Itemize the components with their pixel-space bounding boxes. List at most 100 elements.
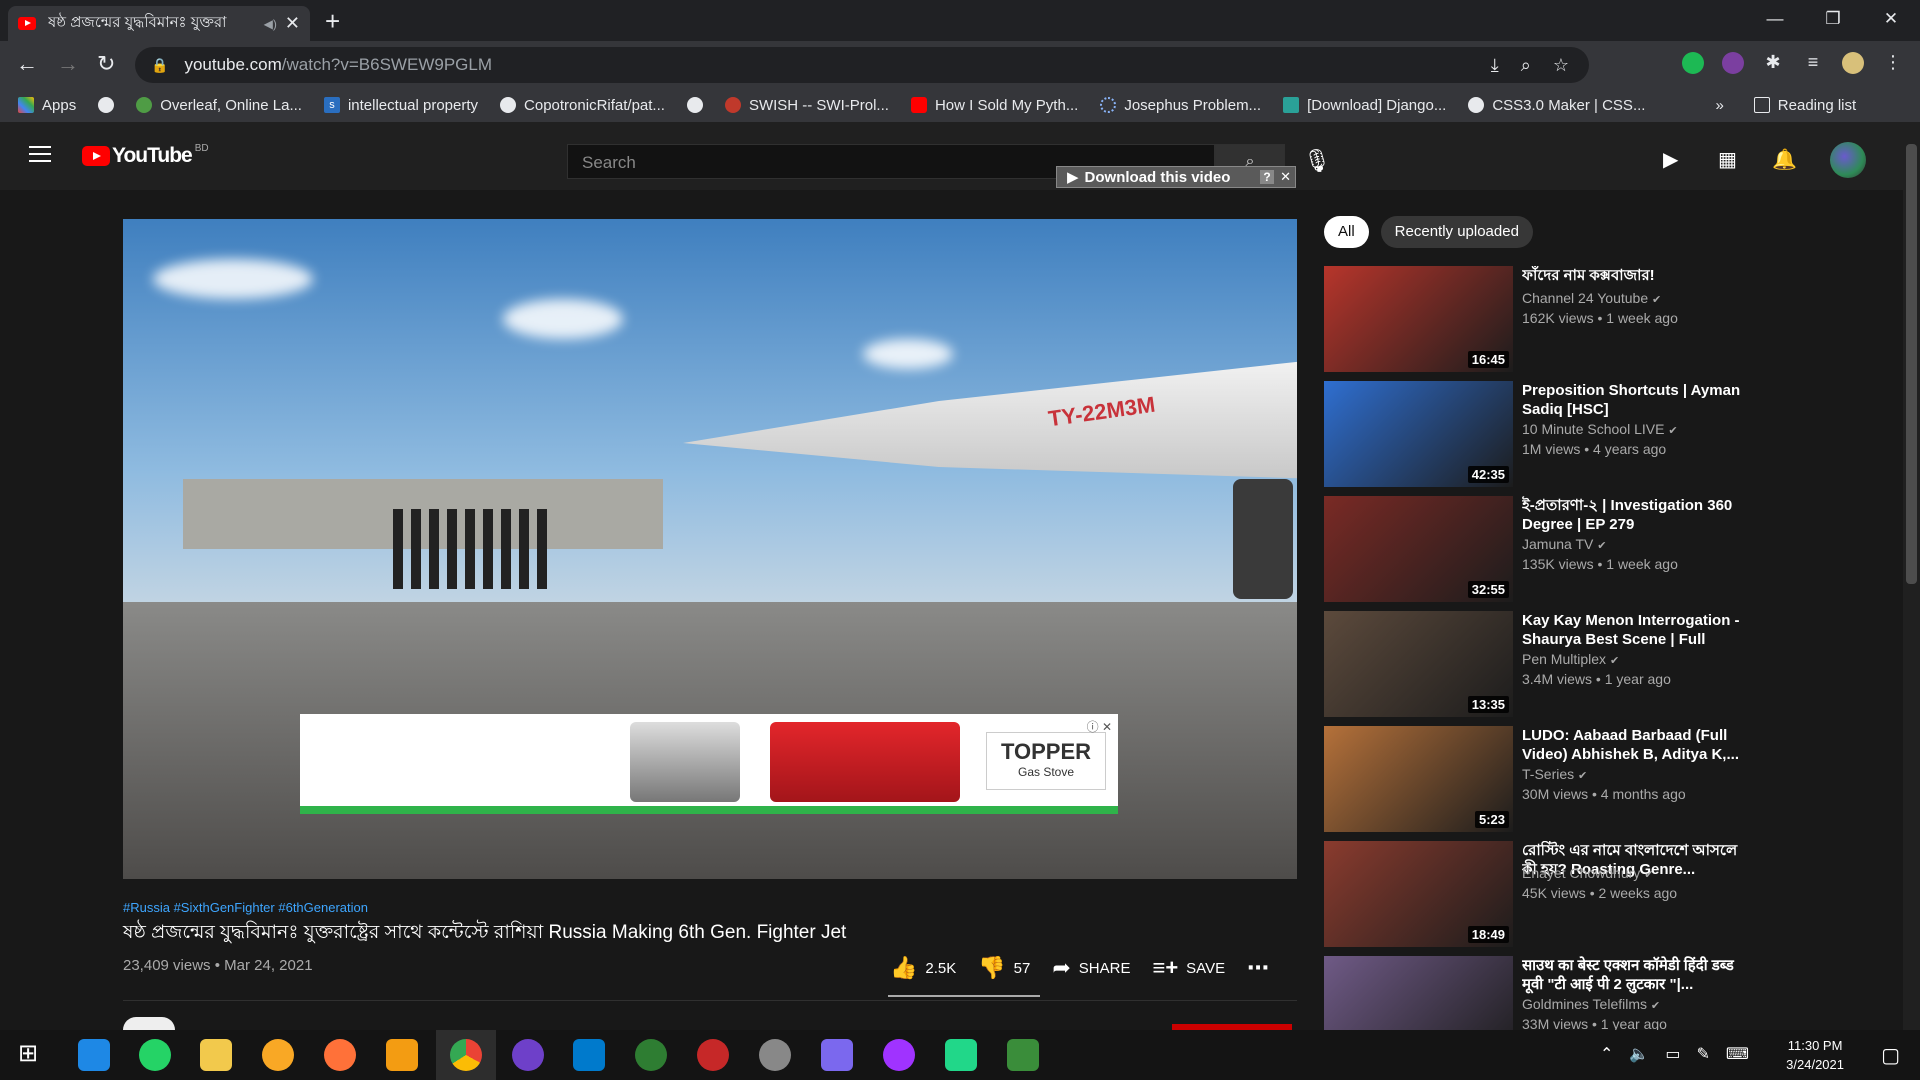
video-thumbnail[interactable]: 13:35 bbox=[1324, 611, 1513, 717]
close-tab-icon[interactable]: ✕ bbox=[285, 13, 300, 34]
like-button[interactable]: 👍 2.5K bbox=[890, 955, 956, 981]
bookmark-globe[interactable] bbox=[98, 97, 115, 113]
bookmark-apps[interactable]: Apps bbox=[18, 97, 76, 114]
new-tab-button[interactable]: + bbox=[325, 6, 340, 37]
video-title[interactable]: Preposition Shortcuts | Ayman Sadiq [HSC… bbox=[1522, 381, 1752, 419]
media-icon[interactable]: ≡ bbox=[1802, 52, 1824, 74]
video-thumbnail[interactable]: 5:23 bbox=[1324, 726, 1513, 832]
page-scrollbar[interactable] bbox=[1903, 122, 1920, 1030]
firefox-icon[interactable] bbox=[324, 1039, 356, 1071]
vscode-icon[interactable] bbox=[573, 1039, 605, 1071]
recommended-video[interactable]: 32:55 ই-প্রতারণা-২ | Investigation 360 De… bbox=[1324, 496, 1844, 604]
zoom-icon[interactable]: ⌕ bbox=[1521, 55, 1531, 76]
lock-icon[interactable]: 🔒 bbox=[151, 57, 168, 74]
microphone-icon[interactable]: 🎙 bbox=[1303, 148, 1331, 174]
visual-studio-icon[interactable] bbox=[821, 1039, 853, 1071]
youtube-logo[interactable]: YouTube BD bbox=[82, 143, 209, 168]
save-button[interactable]: ≡+ SAVE bbox=[1152, 955, 1225, 981]
bookmark-python[interactable]: How I Sold My Pyth... bbox=[910, 97, 1078, 114]
channel-name[interactable]: T-Series ✔ bbox=[1522, 766, 1587, 782]
app-icon[interactable] bbox=[386, 1039, 418, 1071]
minimize-button[interactable]: — bbox=[1746, 0, 1804, 38]
chip-recently-uploaded[interactable]: Recently uploaded bbox=[1380, 216, 1533, 248]
bookmark-star-icon[interactable]: ☆ bbox=[1553, 55, 1569, 76]
windows-start-icon[interactable]: ⊞ bbox=[12, 1039, 44, 1071]
file-explorer-icon[interactable] bbox=[200, 1039, 232, 1071]
bookmark-globe-2[interactable] bbox=[686, 97, 703, 113]
reading-list[interactable]: Reading list bbox=[1753, 97, 1856, 114]
reload-icon[interactable]: ↻ bbox=[97, 51, 115, 77]
clock[interactable]: 11:30 PM 3/24/2021 bbox=[1786, 1036, 1844, 1074]
github-desktop-icon[interactable] bbox=[512, 1039, 544, 1071]
video-hashtags[interactable]: #Russia #SixthGenFighter #6thGeneration bbox=[123, 900, 368, 915]
video-thumbnail[interactable]: 32:55 bbox=[1324, 496, 1513, 602]
app-icon[interactable] bbox=[759, 1039, 791, 1071]
pycharm-icon[interactable] bbox=[945, 1039, 977, 1071]
close-icon[interactable]: ✕ bbox=[1280, 169, 1291, 185]
app-icon[interactable] bbox=[78, 1039, 110, 1071]
recommended-video[interactable]: 16:45 ফাঁদের নাম কক্সবাজার! Channel 24 You… bbox=[1324, 266, 1844, 374]
share-button[interactable]: ➦ SHARE bbox=[1052, 955, 1130, 981]
bookmark-swish[interactable]: SWISH -- SWI-Prol... bbox=[724, 97, 889, 114]
profile-avatar[interactable] bbox=[1842, 52, 1864, 74]
volume-icon[interactable]: 🔈 bbox=[1629, 1044, 1649, 1064]
close-ad-icon[interactable]: ⓘ ✕ bbox=[1087, 718, 1112, 735]
app-icon[interactable] bbox=[1007, 1039, 1039, 1071]
channel-name[interactable]: Jamuna TV ✔ bbox=[1522, 536, 1606, 552]
app-icon[interactable] bbox=[262, 1039, 294, 1071]
address-bar[interactable]: 🔒 youtube.com/watch?v=B6SWEW9PGLM ⤓ ⌕ ☆ bbox=[135, 47, 1589, 83]
install-icon[interactable]: ⤓ bbox=[1491, 55, 1499, 76]
app-icon[interactable] bbox=[697, 1039, 729, 1071]
grammarly-icon[interactable] bbox=[1682, 52, 1704, 74]
recommended-video[interactable]: 5:23 LUDO: Aabaad Barbaad (Full Video) Ab… bbox=[1324, 726, 1844, 834]
restore-button[interactable]: ❐ bbox=[1804, 0, 1862, 38]
video-thumbnail[interactable]: 42:35 bbox=[1324, 381, 1513, 487]
video-title[interactable]: Kay Kay Menon Interrogation - Shaurya Be… bbox=[1522, 611, 1752, 649]
bookmark-css[interactable]: CSS3.0 Maker | CSS... bbox=[1468, 97, 1645, 114]
more-actions-icon[interactable]: ⋯ bbox=[1247, 955, 1269, 981]
bookmark-josephus[interactable]: Josephus Problem... bbox=[1100, 97, 1261, 114]
hamburger-menu-icon[interactable] bbox=[29, 146, 51, 162]
channel-name[interactable]: Goldmines Telefilms ✔ bbox=[1522, 996, 1660, 1012]
close-window-button[interactable]: ✕ bbox=[1862, 0, 1920, 38]
chrome-icon[interactable] bbox=[450, 1039, 482, 1071]
extension-icon[interactable] bbox=[1722, 52, 1744, 74]
video-thumbnail[interactable]: 16:45 bbox=[1324, 266, 1513, 372]
whatsapp-icon[interactable] bbox=[139, 1039, 171, 1071]
keyboard-icon[interactable]: ⌨ bbox=[1726, 1044, 1749, 1064]
notifications-bell-icon[interactable]: 🔔 bbox=[1772, 147, 1797, 172]
chevron-up-icon[interactable]: ⌃ bbox=[1600, 1044, 1613, 1064]
create-video-icon[interactable]: ▶ bbox=[1663, 147, 1678, 172]
bookmark-ip[interactable]: s intellectual property bbox=[323, 97, 478, 114]
more-bookmarks-icon[interactable]: » bbox=[1715, 97, 1723, 114]
bookmark-django[interactable]: [Download] Django... bbox=[1283, 97, 1446, 114]
forward-icon[interactable]: → bbox=[57, 51, 79, 77]
recommended-video[interactable]: 18:49 রোস্টিং এর নামে বাংলাদেশে আসলে কী হ… bbox=[1324, 841, 1844, 949]
dislike-button[interactable]: 👎 57 bbox=[978, 955, 1030, 981]
channel-name[interactable]: 10 Minute School LIVE ✔ bbox=[1522, 421, 1678, 437]
video-title[interactable]: LUDO: Aabaad Barbaad (Full Video) Abhish… bbox=[1522, 726, 1752, 764]
bookmark-github[interactable]: CopotronicRifat/pat... bbox=[500, 97, 665, 114]
puzzle-icon[interactable]: ✱ bbox=[1762, 52, 1784, 74]
network-icon[interactable]: ▭ bbox=[1665, 1044, 1680, 1064]
channel-avatar[interactable] bbox=[123, 1017, 175, 1030]
scrollbar-thumb[interactable] bbox=[1906, 144, 1917, 584]
channel-name[interactable]: Pen Multiplex ✔ bbox=[1522, 651, 1619, 667]
video-title[interactable]: साउथ का बेस्ट एक्शन कॉमेडी हिंदी डब्ड मू… bbox=[1522, 956, 1752, 994]
browser-tab-active[interactable]: ষষ্ঠ প্রজন্মের যুদ্ধবিমানঃ যুক্তরা ◀) ✕ bbox=[8, 6, 310, 41]
download-video-bar[interactable]: ▶ Download this video ? ✕ bbox=[1056, 166, 1296, 188]
apps-grid-icon[interactable]: ▦ bbox=[1718, 147, 1737, 172]
video-title[interactable]: ফাঁদের নাম কক্সবাজার! bbox=[1522, 266, 1752, 285]
back-icon[interactable]: ← bbox=[16, 51, 38, 77]
account-avatar[interactable] bbox=[1830, 142, 1866, 178]
recommended-video[interactable]: 42:35 Preposition Shortcuts | Ayman Sadiq… bbox=[1324, 381, 1844, 489]
video-player[interactable]: TY-22M3M TOPPER Gas Stove ⓘ ✕ bbox=[123, 219, 1297, 879]
video-title[interactable]: ই-প্রতারণা-২ | Investigation 360 Degree … bbox=[1522, 496, 1752, 534]
recommended-video[interactable]: 13:35 Kay Kay Menon Interrogation - Shaur… bbox=[1324, 611, 1844, 719]
audio-icon[interactable]: ◀) bbox=[264, 17, 277, 31]
app-icon[interactable] bbox=[635, 1039, 667, 1071]
video-thumbnail[interactable]: 18:49 bbox=[1324, 841, 1513, 947]
notification-center-icon[interactable]: ▢ bbox=[1881, 1043, 1900, 1068]
menu-kebab-icon[interactable]: ⋮ bbox=[1882, 52, 1904, 74]
bookmark-overleaf[interactable]: Overleaf, Online La... bbox=[136, 97, 302, 114]
